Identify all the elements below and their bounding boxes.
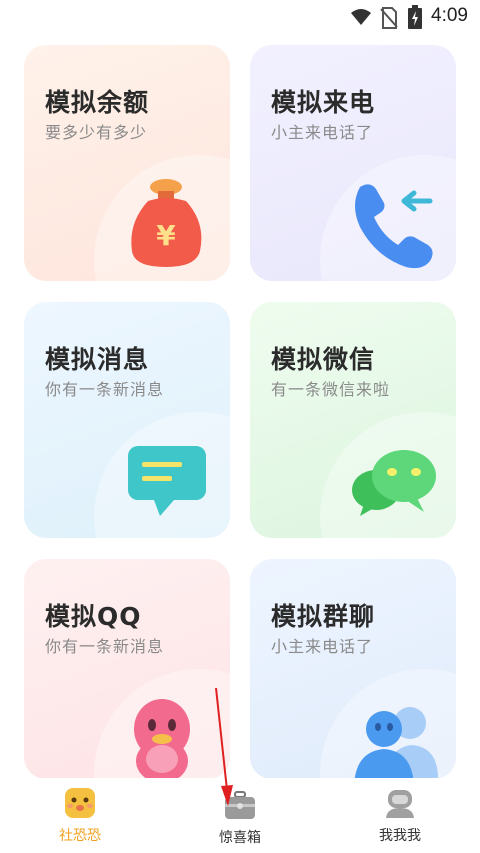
card-fake-balance[interactable]: 模拟余额 要多少有多少 ¥ [24,45,230,281]
tab-label: 我我我 [379,828,421,844]
group-chat-icon [354,707,438,779]
card-fake-group-chat[interactable]: 模拟群聊 小主来电话了 [250,559,456,779]
card-subtitle: 小主来电话了 [271,637,374,656]
money-bag-icon: ¥ [131,179,202,267]
card-title: 模拟消息 [45,345,150,374]
no-sim-icon [380,7,398,29]
tab-label: 社恐恐 [59,828,101,844]
card-title: 模拟QQ [45,602,142,631]
svg-text:¥: ¥ [156,219,176,252]
card-subtitle: 小主来电话了 [271,123,374,142]
user-icon [386,790,414,818]
battery-charging-icon [408,5,422,29]
tab-shekongkong[interactable]: 社恐恐 [20,778,140,853]
briefcase-icon [225,791,255,819]
message-bubble-icon [128,446,206,516]
card-subtitle: 你有一条新消息 [45,380,165,399]
tab-me[interactable]: 我我我 [340,778,460,853]
card-title: 模拟余额 [45,88,150,117]
status-bar: 4:09 [0,0,480,34]
tab-label: 惊喜箱 [219,830,261,846]
tab-surprise-box[interactable]: 惊喜箱 [180,778,300,853]
qq-penguin-icon [134,699,190,779]
bottom-tab-bar: 社恐恐 惊喜箱 我我我 [0,778,480,853]
card-fake-wechat[interactable]: 模拟微信 有一条微信来啦 [250,302,456,538]
card-title: 模拟微信 [271,345,376,374]
card-subtitle: 要多少有多少 [45,123,148,142]
card-subtitle: 你有一条新消息 [45,637,165,656]
card-title: 模拟群聊 [271,602,376,631]
card-fake-message[interactable]: 模拟消息 你有一条新消息 [24,302,230,538]
card-fake-call[interactable]: 模拟来电 小主来电话了 [250,45,456,281]
card-fake-qq[interactable]: 模拟QQ 你有一条新消息 [24,559,230,779]
status-time: 4:09 [431,5,468,26]
card-subtitle: 有一条微信来啦 [271,380,391,399]
wechat-icon [352,450,436,516]
wifi-icon [351,9,371,25]
face-icon [65,788,95,818]
incoming-call-icon [355,184,433,269]
card-title: 模拟来电 [271,88,376,117]
